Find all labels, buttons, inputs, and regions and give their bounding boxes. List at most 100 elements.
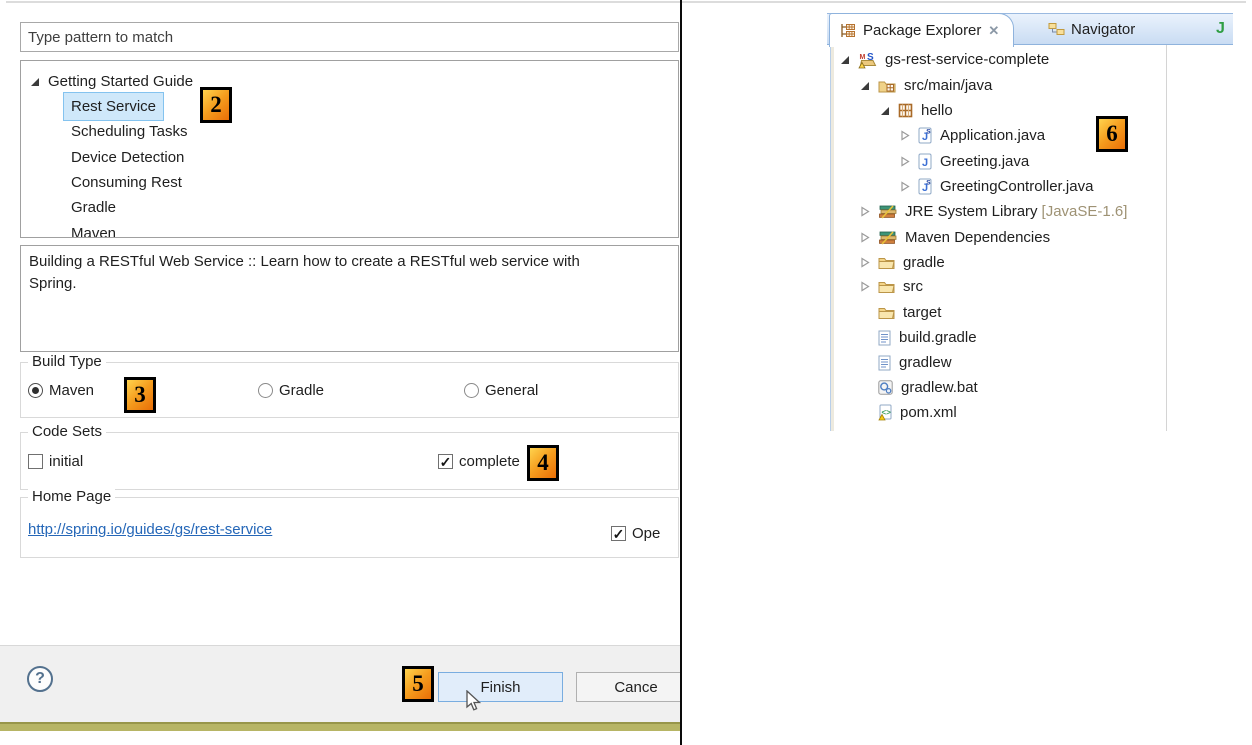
- tree-row-hello-package[interactable]: hello: [879, 98, 953, 123]
- tree-row-src-main-java[interactable]: src/main/java: [859, 73, 992, 98]
- tree-row-label: target: [903, 304, 941, 321]
- finish-button[interactable]: Finish: [438, 672, 563, 702]
- tree-row-label: GreetingController.java: [940, 178, 1093, 195]
- tree-row-greeting-java[interactable]: J Greeting.java: [899, 149, 1029, 174]
- checkbox-complete-label: complete: [459, 453, 520, 470]
- text-file-icon: [878, 355, 891, 371]
- tree-row-label: gs-rest-service-complete: [885, 51, 1049, 68]
- guide-tree-root[interactable]: Getting Started Guide: [29, 69, 193, 94]
- expanded-triangle-icon[interactable]: [29, 76, 40, 87]
- collapsed-triangle-icon[interactable]: [899, 156, 910, 167]
- tree-row-greetingcontroller-java[interactable]: J S GreetingController.java: [899, 174, 1093, 199]
- tree-row-maven-dependencies[interactable]: Maven Dependencies: [859, 225, 1050, 250]
- checkbox-open[interactable]: ✓ Ope: [611, 525, 660, 542]
- tab-package-explorer[interactable]: Package Explorer ✕: [829, 13, 1014, 47]
- svg-text:M: M: [860, 54, 866, 61]
- guide-item-label: Device Detection: [71, 145, 184, 170]
- navigator-icon: [1048, 22, 1065, 36]
- collapsed-triangle-icon[interactable]: [859, 232, 870, 243]
- callout-badge-4: 4: [527, 445, 559, 481]
- library-icon: [878, 205, 897, 219]
- expanded-triangle-icon[interactable]: [879, 105, 890, 116]
- guide-item-gradle[interactable]: Gradle: [71, 195, 116, 220]
- tree-row-application-java[interactable]: J S Application.java: [899, 123, 1045, 148]
- svg-text:S: S: [926, 129, 931, 136]
- folder-icon: [878, 280, 895, 293]
- tree-row-label: gradlew.bat: [901, 379, 978, 396]
- callout-badge-5: 5: [402, 666, 434, 702]
- tree-row-gradlew[interactable]: gradlew: [859, 350, 952, 375]
- question-mark-icon: ?: [35, 670, 45, 688]
- java-class-spring-icon: J S: [918, 178, 932, 195]
- collapsed-triangle-icon[interactable]: [899, 181, 910, 192]
- tab-junit-partial[interactable]: J: [1216, 13, 1225, 45]
- tree-row-label: src: [903, 278, 923, 295]
- callout-badge-3: 3: [124, 377, 156, 413]
- checkbox-complete[interactable]: ✓ complete: [438, 453, 520, 470]
- checkbox-initial-label: initial: [49, 453, 83, 470]
- checkbox-initial[interactable]: initial: [28, 453, 83, 470]
- java-package-icon: [898, 103, 913, 118]
- check-icon: ✓: [613, 527, 625, 541]
- import-guide-dialog: Getting Started Guide Rest Service Sched…: [0, 0, 681, 745]
- checkbox-open-control[interactable]: ✓: [611, 526, 626, 541]
- collapsed-triangle-icon[interactable]: [859, 281, 870, 292]
- expanded-triangle-icon[interactable]: [859, 80, 870, 91]
- tree-row-label: src/main/java: [904, 77, 992, 94]
- code-sets-group: Code Sets initial ✓ complete: [20, 432, 679, 490]
- radio-gradle[interactable]: Gradle: [258, 382, 324, 399]
- panel-divider: [680, 0, 682, 745]
- guide-item-label: Maven: [71, 221, 116, 238]
- package-explorer-tree: M S gs-rest-service-complete src/main/ja…: [830, 45, 1167, 431]
- radio-general[interactable]: General: [464, 382, 538, 399]
- tree-row-label: JRE System Library: [905, 203, 1038, 220]
- radio-general-control[interactable]: [464, 383, 479, 398]
- code-sets-legend: Code Sets: [28, 423, 106, 440]
- guide-description-box: Building a RESTful Web Service :: Learn …: [20, 245, 679, 352]
- cancel-button[interactable]: Cance: [576, 672, 681, 702]
- checkbox-complete-control[interactable]: ✓: [438, 454, 453, 469]
- radio-maven-label: Maven: [49, 382, 94, 399]
- guide-item-label: Consuming Rest: [71, 170, 182, 195]
- pattern-filter-input[interactable]: [20, 22, 679, 52]
- checkbox-initial-control[interactable]: [28, 454, 43, 469]
- tab-navigator[interactable]: Navigator: [1048, 13, 1135, 45]
- tree-row-target-folder[interactable]: target: [859, 300, 941, 325]
- text-file-icon: [878, 330, 891, 346]
- collapsed-triangle-icon[interactable]: [859, 206, 870, 217]
- guide-item-rest-service[interactable]: Rest Service: [71, 94, 164, 119]
- guide-item-consuming-rest[interactable]: Consuming Rest: [71, 170, 182, 195]
- radio-maven-control[interactable]: [28, 383, 43, 398]
- help-button[interactable]: ?: [27, 666, 53, 692]
- svg-text:S: S: [867, 52, 874, 63]
- guide-item-maven[interactable]: Maven: [71, 221, 116, 238]
- svg-text:S: S: [926, 180, 931, 187]
- tree-row-label: gradle: [903, 254, 945, 271]
- expanded-triangle-icon[interactable]: [839, 54, 850, 65]
- guide-item-scheduling-tasks[interactable]: Scheduling Tasks: [71, 119, 187, 144]
- bottom-olive-bar: [0, 722, 681, 731]
- guide-item-selected-label[interactable]: Rest Service: [63, 92, 164, 121]
- tree-row-src-folder[interactable]: src: [859, 274, 923, 299]
- home-page-link[interactable]: http://spring.io/guides/gs/rest-service: [28, 521, 272, 538]
- radio-gradle-control[interactable]: [258, 383, 273, 398]
- collapsed-triangle-icon[interactable]: [859, 257, 870, 268]
- guide-item-device-detection[interactable]: Device Detection: [71, 145, 184, 170]
- tree-row-jre-system-library[interactable]: JRE System Library [JavaSE-1.6]: [859, 199, 1127, 224]
- guide-description-text: Building a RESTful Web Service :: Learn …: [29, 251, 611, 295]
- view-left-border: [831, 45, 834, 431]
- radio-maven[interactable]: Maven: [28, 382, 94, 399]
- tree-row-gradle-folder[interactable]: gradle: [859, 250, 945, 275]
- jre-version-suffix: [JavaSE-1.6]: [1042, 203, 1128, 220]
- tab-package-explorer-label: Package Explorer: [863, 22, 981, 39]
- close-icon[interactable]: ✕: [988, 23, 999, 39]
- tree-row-build-gradle[interactable]: build.gradle: [859, 325, 977, 350]
- guide-item-label: Gradle: [71, 195, 116, 220]
- tree-row-project[interactable]: M S gs-rest-service-complete: [839, 47, 1049, 72]
- tree-row-gradlew-bat[interactable]: gradlew.bat: [859, 375, 978, 400]
- maven-project-icon: M S: [858, 51, 877, 69]
- collapsed-triangle-icon[interactable]: [899, 130, 910, 141]
- java-class-icon: J: [918, 153, 932, 170]
- tree-row-label: pom.xml: [900, 404, 957, 421]
- tree-row-pom-xml[interactable]: <> pom.xml: [859, 400, 957, 425]
